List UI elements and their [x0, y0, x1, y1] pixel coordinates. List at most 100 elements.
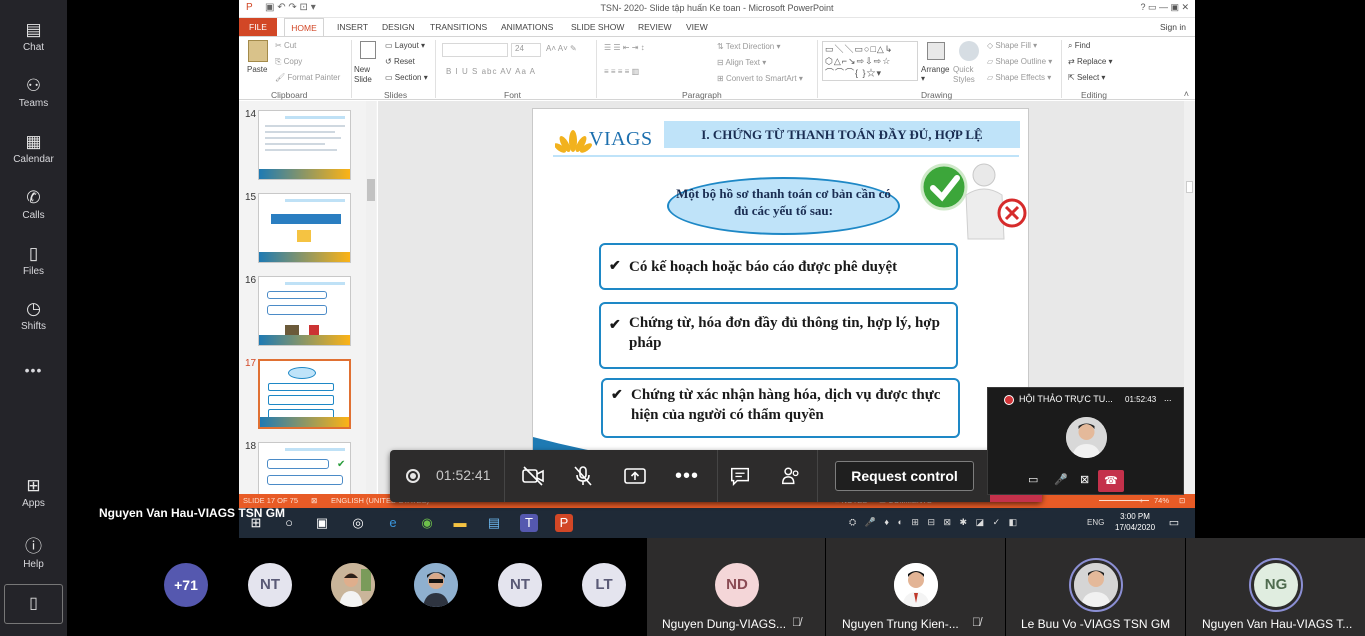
- avatar[interactable]: NT: [248, 563, 292, 607]
- scroll-thumb[interactable]: [1186, 181, 1193, 193]
- powerpoint-taskbar-icon[interactable]: P: [555, 514, 573, 532]
- participants-icon[interactable]: [765, 450, 817, 502]
- thumb-box: [267, 459, 329, 469]
- text-direction-button[interactable]: ⇅ Text Direction ▾: [717, 42, 781, 51]
- input-language[interactable]: ENG: [1087, 518, 1104, 527]
- slide-thumbnail-selected[interactable]: [258, 359, 351, 429]
- collapse-ribbon-icon[interactable]: ˄: [1184, 89, 1189, 99]
- zoom-in-icon[interactable]: +: [1139, 494, 1143, 508]
- slide-thumbnail[interactable]: [258, 110, 351, 180]
- font-grow-shrink-icon[interactable]: A˄ A˅ ✎: [546, 44, 577, 53]
- spellcheck-icon[interactable]: ⊠: [311, 494, 317, 508]
- chrome-icon[interactable]: ◉: [418, 514, 436, 532]
- rail-item-help[interactable]: ⓘ Help: [0, 532, 67, 570]
- camera-off-icon[interactable]: ▭: [1028, 473, 1038, 486]
- fit-slide-icon[interactable]: ⊡: [1179, 494, 1185, 508]
- format-painter-button[interactable]: 🖌 Format Painter: [275, 73, 340, 82]
- edge-icon[interactable]: e: [384, 514, 402, 532]
- avatar[interactable]: NT: [498, 563, 542, 607]
- notification-icon[interactable]: ▭: [1165, 514, 1183, 532]
- app-icon[interactable]: ◎: [349, 514, 367, 532]
- tab-insert[interactable]: INSERT: [337, 18, 368, 36]
- section-button[interactable]: ▭ Section ▾: [385, 73, 428, 82]
- tab-review[interactable]: REVIEW: [638, 18, 672, 36]
- reset-button[interactable]: ↺ Reset: [385, 57, 415, 66]
- tab-animations[interactable]: ANIMATIONS: [501, 18, 553, 36]
- align-buttons[interactable]: ≡ ≡ ≡ ≡ ▥: [604, 67, 639, 76]
- replace-button[interactable]: ⇄ Replace ▾: [1068, 57, 1113, 66]
- tab-design[interactable]: DESIGN: [382, 18, 415, 36]
- rail-item-shifts[interactable]: ◷ Shifts: [0, 299, 67, 332]
- avatar[interactable]: [414, 563, 458, 607]
- chat-icon[interactable]: [714, 450, 766, 502]
- more-icon[interactable]: •••: [0, 362, 67, 378]
- paste-button[interactable]: Paste: [247, 65, 267, 74]
- tray-icons[interactable]: ⛭ 🎤 ♦ ◐ ⊞ ⊟ ⊠ ✱ ◪ ✓ ◧: [849, 517, 1020, 528]
- rail-item-calls[interactable]: ✆ Calls: [0, 188, 67, 221]
- rail-item-apps[interactable]: ⊞ Apps: [0, 476, 67, 509]
- mini-more-button[interactable]: ...: [1164, 393, 1172, 403]
- quick-styles-icon[interactable]: [959, 41, 979, 61]
- layout-button[interactable]: ▭ Layout ▾: [385, 41, 425, 50]
- list-buttons[interactable]: ☰ ☰ ⇤ ⇥ ↕: [604, 43, 645, 52]
- tab-home[interactable]: HOME: [284, 18, 324, 36]
- slide[interactable]: VIAGS I. CHỨNG TỪ THANH TOÁN ĐẦY ĐỦ, HỢP…: [532, 108, 1029, 488]
- smartart-button[interactable]: ⊞ Convert to SmartArt ▾: [717, 74, 803, 83]
- scroll-thumb[interactable]: [367, 179, 375, 201]
- align-text-button[interactable]: ⊟ Align Text ▾: [717, 58, 766, 67]
- sign-in-link[interactable]: Sign in: [1160, 18, 1186, 36]
- cut-button[interactable]: ✂ Cut: [275, 41, 296, 50]
- rail-item-files[interactable]: ▯ Files: [0, 244, 67, 277]
- rail-item-chat[interactable]: ▤ Chat: [0, 20, 67, 53]
- shape-outline-button[interactable]: ▱ Shape Outline ▾: [987, 57, 1052, 66]
- task-view-icon[interactable]: ▣: [313, 514, 331, 532]
- tab-view[interactable]: VIEW: [686, 18, 708, 36]
- avatar[interactable]: [331, 563, 375, 607]
- find-button[interactable]: ⌕ Find: [1068, 41, 1090, 51]
- new-slide-icon[interactable]: [360, 41, 376, 59]
- tab-file[interactable]: FILE: [239, 18, 277, 36]
- quick-styles-button[interactable]: Quick Styles: [953, 65, 987, 85]
- shapes-gallery[interactable]: ▭＼＼▭○□△↳ ⬡△⌐↘⇨⇩⇨☆ ⌒⌒⌒{ }☆▾: [822, 41, 918, 81]
- request-control-button[interactable]: Request control: [835, 461, 974, 491]
- mini-call-window[interactable]: HỘI THẢO TRỰC TU... 01:52:43 ... ▭ 🎤 ⊠ ☎: [987, 387, 1184, 495]
- shape-effects-button[interactable]: ▱ Shape Effects ▾: [987, 73, 1051, 82]
- rail-item-calendar[interactable]: ▦ Calendar: [0, 132, 67, 165]
- mic-icon[interactable]: 🎤: [1054, 473, 1068, 486]
- copy-button[interactable]: ⎘ Copy: [275, 57, 302, 67]
- overflow-participants-button[interactable]: +71: [164, 563, 208, 607]
- arrange-icon[interactable]: [927, 42, 945, 60]
- thumbnails-scrollbar[interactable]: [366, 101, 376, 494]
- taskbar-clock[interactable]: 3:00 PM 17/04/2020: [1115, 511, 1155, 533]
- zoom-level[interactable]: 74%: [1154, 494, 1169, 508]
- arrange-button[interactable]: Arrange ▾: [921, 65, 949, 83]
- rail-item-teams[interactable]: ⚇ Teams: [0, 76, 67, 109]
- tab-slide-show[interactable]: SLIDE SHOW: [571, 18, 624, 36]
- meeting-title: HỘI THẢO TRỰC TU...: [1019, 394, 1113, 404]
- share-screen-icon[interactable]: ⊠: [1080, 473, 1089, 486]
- teams-app-rail: ▤ Chat ⚇ Teams ▦ Calendar ✆ Calls ▯ Files ◷ Sh…: [0, 0, 67, 636]
- share-screen-icon[interactable]: [609, 450, 661, 502]
- store-icon[interactable]: ▤: [485, 514, 503, 532]
- device-icon[interactable]: ▯: [4, 584, 63, 624]
- arrange-label: Arrange: [921, 65, 950, 74]
- slide-thumbnail[interactable]: [258, 193, 351, 263]
- font-format-buttons[interactable]: B I U S abc AV Aa A: [446, 67, 536, 76]
- font-name-combo[interactable]: [442, 43, 508, 57]
- more-options-icon[interactable]: •••: [661, 450, 713, 502]
- new-slide-button[interactable]: New Slide: [354, 65, 384, 85]
- window-buttons[interactable]: ? ▭ — ▣ ✕: [1140, 2, 1189, 13]
- teams-taskbar-icon[interactable]: T: [520, 514, 538, 532]
- camera-off-icon[interactable]: [507, 450, 559, 502]
- paste-icon[interactable]: [248, 40, 268, 62]
- canvas-scrollbar[interactable]: [1184, 101, 1195, 494]
- tab-transitions[interactable]: TRANSITIONS: [430, 18, 487, 36]
- avatar[interactable]: LT: [582, 563, 626, 607]
- shape-fill-button[interactable]: ◇ Shape Fill ▾: [987, 41, 1037, 50]
- mic-muted-icon[interactable]: [557, 450, 609, 502]
- font-size-combo[interactable]: 24: [511, 43, 541, 57]
- explorer-icon[interactable]: ▬: [451, 514, 469, 532]
- slide-thumbnail[interactable]: [258, 276, 351, 346]
- select-button[interactable]: ⇱ Select ▾: [1068, 73, 1105, 82]
- mini-hang-up-button[interactable]: ☎: [1098, 470, 1124, 492]
